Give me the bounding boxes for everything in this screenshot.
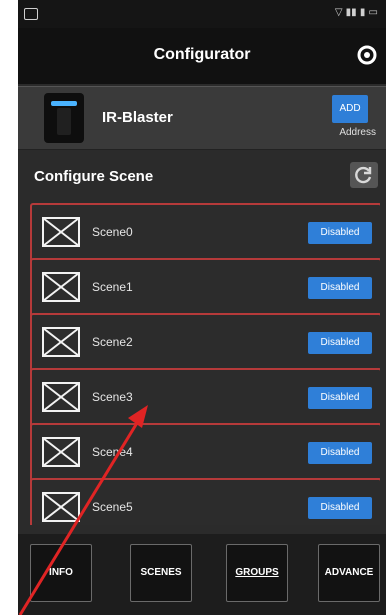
scene-status-button[interactable]: Disabled: [308, 222, 372, 244]
tab-advance[interactable]: ADVANCE: [318, 544, 380, 602]
address-button[interactable]: ADD: [332, 95, 368, 123]
address-label: Address: [339, 127, 376, 138]
scene-thumbnail-icon: [42, 382, 80, 412]
scene-status-button[interactable]: Disabled: [308, 277, 372, 299]
scene-status-button[interactable]: Disabled: [308, 387, 372, 409]
device-panel: IR-Blaster ADD Address: [18, 86, 386, 150]
ir-blaster-device-icon: [44, 93, 84, 143]
scene-name: Scene3: [92, 390, 133, 404]
scene-status-button[interactable]: Disabled: [308, 332, 372, 354]
refresh-icon: [355, 166, 372, 184]
phone-screen: ▽ ▮▮ ▮ ▭ Configurator IR-Blaster ADD Add…: [18, 0, 386, 615]
scene-row[interactable]: Scene4 Disabled: [30, 423, 380, 483]
scene-row[interactable]: Scene0 Disabled: [30, 203, 380, 263]
settings-gear-icon[interactable]: [356, 44, 378, 66]
scene-row[interactable]: Scene5 Disabled: [30, 478, 380, 525]
status-bar: ▽ ▮▮ ▮ ▭: [18, 0, 386, 28]
scene-row[interactable]: Scene2 Disabled: [30, 313, 380, 373]
scene-name: Scene4: [92, 445, 133, 459]
scene-name: Scene2: [92, 335, 133, 349]
bottom-tab-bar: INFO SCENES GROUPS ADVANCE: [18, 534, 386, 615]
scene-list: Scene0 Disabled Scene1 Disabled Scene2 D…: [30, 203, 380, 525]
configure-scene-header: Configure Scene: [18, 160, 386, 194]
scene-thumbnail-icon: [42, 272, 80, 302]
device-name: IR-Blaster: [102, 109, 173, 126]
scene-thumbnail-icon: [42, 217, 80, 247]
scene-row[interactable]: Scene3 Disabled: [30, 368, 380, 428]
scene-thumbnail-icon: [42, 327, 80, 357]
scene-status-button[interactable]: Disabled: [308, 442, 372, 464]
refresh-button[interactable]: [350, 162, 378, 188]
status-icons: ▽ ▮▮ ▮ ▭: [334, 7, 378, 18]
scene-status-button[interactable]: Disabled: [308, 497, 372, 519]
tab-info[interactable]: INFO: [30, 544, 92, 602]
scene-thumbnail-icon: [42, 437, 80, 467]
app-title: Configurator: [153, 46, 251, 63]
scene-row[interactable]: Scene1 Disabled: [30, 258, 380, 318]
tab-groups[interactable]: GROUPS: [226, 544, 288, 602]
notification-icon: [24, 8, 38, 20]
section-title: Configure Scene: [34, 168, 154, 185]
scene-name: Scene1: [92, 280, 133, 294]
scene-thumbnail-icon: [42, 492, 80, 522]
scene-name: Scene5: [92, 500, 133, 514]
tab-scenes[interactable]: SCENES: [130, 544, 192, 602]
app-bar: Configurator: [18, 28, 386, 84]
scene-name: Scene0: [92, 225, 133, 239]
